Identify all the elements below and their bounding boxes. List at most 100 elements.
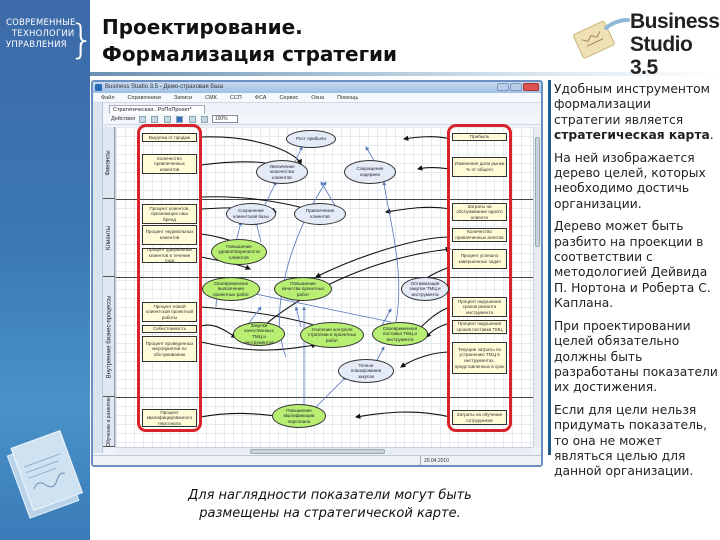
indicator-box[interactable]: Процент успешно завершенных задач	[452, 249, 507, 269]
documents-icon	[6, 430, 84, 519]
p1-bold: стратегическая карта	[554, 128, 710, 143]
left-decorative-band: СОВРЕМЕННЫЕ ТЕХНОЛОГИИ УПРАВЛЕНИЯ }	[0, 0, 94, 540]
brand-line2: Studio 3.5	[630, 33, 693, 79]
menu-fca[interactable]: ФСА	[255, 93, 267, 102]
indicator-box[interactable]: Процент удержанных клиентов в течение го…	[142, 247, 197, 263]
goal-ellipse[interactable]: Сокращение издержек	[344, 160, 396, 184]
vertical-scrollbar[interactable]	[533, 127, 541, 447]
brand-name: Business Studio 3.5	[630, 10, 720, 79]
paragraph-5: Если для цели нельзя придумать показател…	[554, 402, 708, 479]
lane-finance: Финансы	[103, 127, 115, 199]
goal-link	[315, 376, 347, 408]
indicator-link	[354, 411, 451, 419]
menu-file[interactable]: Файл	[101, 93, 115, 102]
indicator-box[interactable]: Процент квалифицированного персонала	[142, 409, 197, 427]
vertical-scroll-thumb[interactable]	[535, 137, 540, 247]
goal-ellipse[interactable]: Сохранение клиентской базы	[226, 203, 276, 225]
business-studio-logo: Business Studio 3.5	[568, 8, 720, 79]
goal-link	[294, 306, 302, 328]
minimize-button[interactable]	[497, 83, 509, 91]
close-button[interactable]	[523, 83, 539, 91]
goal-ellipse[interactable]: Точное планирование закупок	[338, 359, 394, 383]
indicator-box[interactable]: Процент нарушения сроков поставки ТМЦ	[452, 320, 507, 334]
lane-processes: Внутренние бизнес-процессы	[103, 277, 115, 397]
status-bar: 20.04.2010	[93, 455, 541, 465]
menu-references[interactable]: Справочники	[128, 93, 161, 102]
goal-link	[263, 181, 277, 208]
indicator-box[interactable]: Изменение доли рынка % от общего	[452, 157, 507, 177]
navigator-strip[interactable]	[93, 103, 103, 453]
window-title: Business Studio 3.5 - Демо-страховая баз…	[105, 84, 223, 90]
indicator-box[interactable]: Процент недовольных клиентов	[142, 225, 197, 245]
indicator-box[interactable]: Количество привлеченных агентов	[452, 228, 507, 242]
goal-ellipse[interactable]: Оптимизация закупок ТМЦ и инструмента	[401, 277, 449, 301]
strategy-map-canvas[interactable]: Выручка от продаж Количество привлеченны…	[115, 124, 534, 447]
goal-ellipse[interactable]: Повышение квалификации персонала	[272, 404, 326, 428]
goal-ellipse[interactable]: Привлечение клиентов	[294, 203, 346, 225]
pointer-tool-button[interactable]	[138, 116, 146, 123]
menu-service[interactable]: Сервис	[279, 93, 298, 102]
paragraph-4: При проектировании целей обязательно дол…	[554, 318, 718, 395]
lane-clients: Клиенты	[103, 199, 115, 277]
menu-qms[interactable]: СМК	[205, 93, 217, 102]
menu-windows[interactable]: Окна	[311, 93, 324, 102]
indicator-box[interactable]: Затраты на обслуживание одного клиента	[452, 203, 507, 221]
undo-button[interactable]	[188, 116, 196, 123]
menu-records[interactable]: Записи	[174, 93, 192, 102]
menu-bar: Файл Справочники Записи СМК ССП ФСА Серв…	[93, 93, 541, 103]
menu-bsc[interactable]: ССП	[230, 93, 242, 102]
app-window: Business Studio 3.5 - Демо-страховая баз…	[91, 80, 543, 467]
indicator-link	[200, 324, 237, 338]
description-text: Удобным инструментом формализации страте…	[554, 82, 720, 487]
connector-tool-button[interactable]	[151, 116, 159, 123]
menu-help[interactable]: Помощь	[337, 93, 358, 102]
lane-learning-label: Обучение и развитие	[106, 396, 113, 447]
indicator-box[interactable]: Количество привлеченных клиентов	[142, 154, 197, 174]
brand-line1: Business	[630, 10, 720, 33]
goal-ellipse[interactable]: Усиление контроля стратегии и проектных …	[300, 322, 364, 348]
indicator-link	[402, 135, 451, 141]
indicator-box[interactable]: Прибыль	[452, 133, 507, 141]
paragraph-2: На ней изображается дерево целей, которы…	[554, 150, 706, 211]
goal-ellipse[interactable]: Закупки качественных ТМЦ и инструментов	[233, 322, 285, 346]
goal-ellipse[interactable]: Своевременное выполнение проектных работ	[202, 277, 260, 301]
tab-strategy-map[interactable]: Стратегическая...РоПоПроект*	[109, 105, 205, 114]
indicator-box[interactable]: Процент клиентов, признающих наш бренд	[142, 204, 197, 224]
goal-ellipse[interactable]: Увеличение количества клиентов	[256, 160, 308, 184]
lane-learning: Обучение и развитие	[103, 397, 115, 447]
goal-ellipse[interactable]: Повышение качества проектных работ	[274, 277, 332, 301]
indicator-link	[384, 206, 451, 215]
indicator-link	[416, 165, 451, 171]
indicator-box[interactable]: Текущие затраты по устранению ТМЦ в инст…	[452, 342, 507, 374]
save-button[interactable]	[176, 116, 184, 123]
zoom-select[interactable]: 100%	[211, 115, 238, 123]
caption-line2: размещены на стратегической карте.	[199, 506, 461, 521]
window-titlebar: Business Studio 3.5 - Демо-страховая баз…	[93, 82, 541, 93]
company-logo: СОВРЕМЕННЫЕ ТЕХНОЛОГИИ УПРАВЛЕНИЯ }	[6, 18, 94, 68]
header-divider	[90, 72, 720, 76]
document-tabbar: Стратегическая...РоПоПроект*	[103, 104, 541, 114]
brace-icon: }	[69, 17, 95, 63]
indicator-box[interactable]: Процент нарушения сроков ремонта инструм…	[452, 297, 507, 317]
page-title: Проектирование. Формализация стратегии	[102, 14, 422, 68]
indicator-box[interactable]: Затраты на обучение сотрудников	[452, 410, 507, 425]
edit-tool-button[interactable]	[163, 116, 171, 123]
goal-ellipse[interactable]: Своевременная поставка ТМЦ и инструмента	[372, 322, 428, 346]
indicator-box[interactable]: Процент новой клиентской проектной работ…	[142, 302, 197, 322]
redo-button[interactable]	[201, 116, 209, 123]
indicator-box[interactable]: Выручка от продаж	[142, 133, 197, 142]
indicator-box[interactable]: Себестоимость	[142, 325, 197, 333]
maximize-button[interactable]	[510, 83, 522, 91]
actions-dropdown[interactable]: Действия	[111, 116, 135, 122]
status-date: 20.04.2010	[419, 456, 449, 465]
horizontal-scroll-thumb[interactable]	[250, 449, 385, 454]
indicator-box[interactable]: Процент проведенных мероприятий по обслу…	[142, 336, 197, 362]
goal-ellipse[interactable]: Повышение удовлетворенности клиентов	[211, 239, 267, 265]
paragraph-1: Удобным инструментом формализации страте…	[554, 82, 720, 144]
horizontal-scrollbar[interactable]	[115, 447, 533, 454]
lane-clients-label: Клиенты	[106, 225, 112, 250]
p1-text: Удобным инструментом формализации страте…	[554, 82, 710, 127]
goal-link	[254, 221, 262, 243]
goal-ellipse[interactable]: Рост прибыли	[286, 130, 336, 148]
page-title-line2: Формализация стратегии	[102, 42, 398, 66]
